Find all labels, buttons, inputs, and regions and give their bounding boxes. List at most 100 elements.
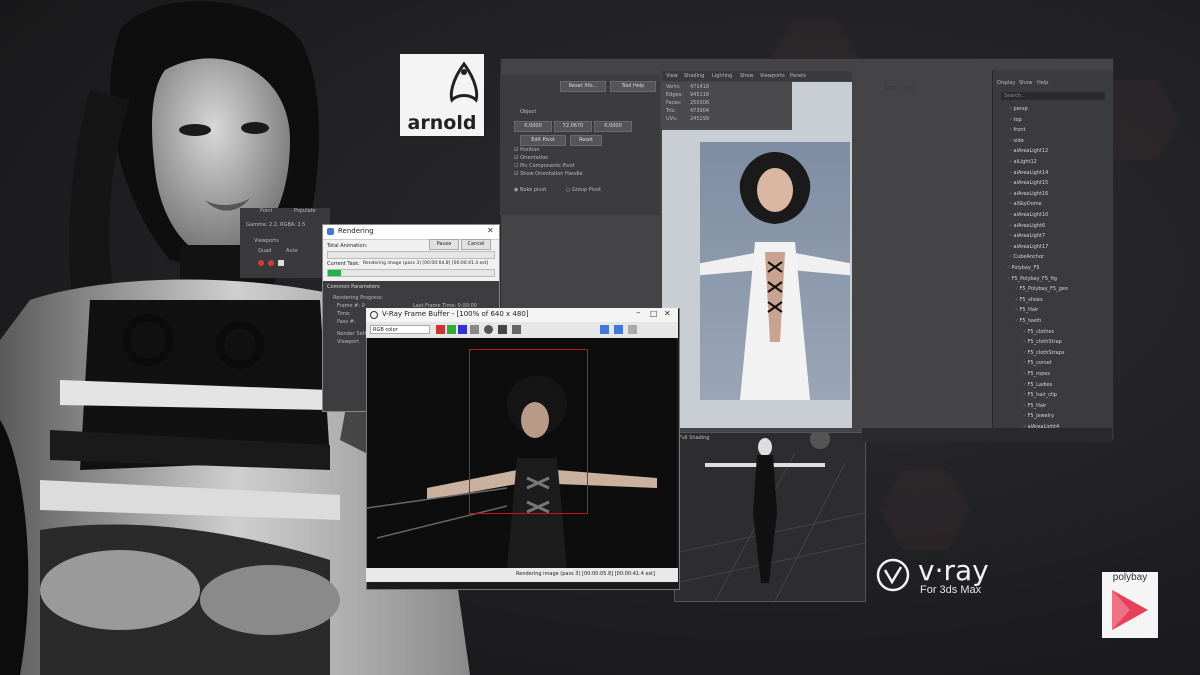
viewport-menu-bar: View Shading Lighting Show Viewports Pan…: [662, 71, 852, 81]
stats-value: 473904: [690, 108, 710, 114]
channel-select[interactable]: RGB color: [370, 325, 430, 334]
record-icon[interactable]: [258, 260, 264, 266]
pause-button[interactable]: Pause: [429, 239, 459, 250]
menu-show[interactable]: Show: [740, 73, 754, 79]
explorer-tree-item[interactable]: ◦ F5_ropes: [1023, 371, 1050, 377]
close-icon[interactable]: ✕: [487, 226, 494, 235]
total-progress-bar: [327, 251, 495, 259]
explorer-tree-item[interactable]: ◦ F5_teeth: [1015, 318, 1041, 324]
menu-viewports[interactable]: Viewports: [760, 73, 785, 79]
cancel-button[interactable]: Cancel: [461, 239, 491, 250]
explorer-tree-item[interactable]: ◦ F5_clothStraps: [1023, 350, 1064, 356]
check-label: Position: [520, 147, 540, 153]
explorer-tree-item[interactable]: ◦ front: [1009, 127, 1025, 133]
common-parameters-header[interactable]: Common Parameters: [327, 284, 380, 290]
render-icon[interactable]: [614, 325, 623, 334]
red-channel-icon[interactable]: [436, 325, 445, 334]
alpha-channel-icon[interactable]: [470, 325, 479, 334]
explorer-tree-item[interactable]: ◦ aiAreaLight14: [1009, 170, 1048, 176]
viewports-label: Viewports: [254, 238, 279, 244]
explorer-tree-item[interactable]: ◦ aiLight12: [1009, 159, 1037, 165]
explorer-tree-item[interactable]: ◦ Polybay_F5: [1007, 265, 1040, 271]
check-orientation[interactable]: ☑ Orientation: [514, 155, 548, 161]
resolution-label: 1280 × 720: [884, 86, 914, 92]
mono-icon[interactable]: [484, 325, 493, 334]
explorer-tree-item[interactable]: ◦ top: [1009, 117, 1022, 123]
record-icon[interactable]: [268, 260, 274, 266]
timeline[interactable]: [862, 428, 1112, 442]
green-channel-icon[interactable]: [447, 325, 456, 334]
stop-icon[interactable]: [278, 260, 284, 266]
left-side-panel: Point Populate Gamma: 2.2, RGBA: 2.5 Vie…: [240, 208, 330, 278]
region-render-icon[interactable]: [600, 325, 609, 334]
explorer-tree-item[interactable]: ◦ F5_Hair: [1023, 403, 1046, 409]
explorer-tree-item[interactable]: ◦ aiAreaLight10: [1009, 212, 1048, 218]
clear-icon[interactable]: [512, 325, 521, 334]
check-pin-pivot[interactable]: ☐ Pin Components Pivot: [514, 163, 575, 169]
pivot-option-bake[interactable]: ◉ Bake pivot: [514, 187, 546, 193]
explorer-tree-item[interactable]: ◦ aiAreaLight17: [1009, 244, 1048, 250]
field-y[interactable]: 72.0670: [554, 121, 592, 132]
vray-logo: v·ray For 3ds Max: [876, 554, 1006, 600]
auto-dropdown[interactable]: Auto: [286, 248, 298, 254]
vray-logo-icon: [876, 558, 910, 592]
explorer-tree-item[interactable]: ◦ F5_Polybay_F5_geo: [1015, 286, 1068, 292]
settings-icon[interactable]: [628, 325, 637, 334]
shaded-viewport[interactable]: Full Shading: [674, 432, 866, 602]
param-label: Time:: [337, 311, 351, 317]
field-z[interactable]: 0.0000: [594, 121, 632, 132]
explorer-tree-item[interactable]: ◦ F5_jewelry: [1023, 413, 1054, 419]
check-position[interactable]: ☑ Position: [514, 147, 540, 153]
close-icon[interactable]: ✕: [664, 309, 671, 318]
reset-xform-button[interactable]: Reset Xfo...: [560, 81, 606, 92]
stats-label: Verts:: [666, 84, 681, 90]
explorer-tree-item[interactable]: ◦ F5_corset: [1023, 360, 1052, 366]
field-x[interactable]: 0.0000: [514, 121, 552, 132]
explorer-tree-item[interactable]: ◦ F5_shoes: [1015, 297, 1043, 303]
reset-button[interactable]: Reset: [570, 135, 602, 146]
check-show-orientation[interactable]: ☑ Show Orientation Handle: [514, 171, 583, 177]
explorer-tree-item[interactable]: ◦ F5_Polybay_F5_fig: [1007, 276, 1057, 282]
rendering-progress-label: Rendering Progress:: [333, 295, 384, 301]
save-icon[interactable]: [498, 325, 507, 334]
menu-panels[interactable]: Panels: [790, 73, 806, 79]
explorer-tab-help[interactable]: Help: [1037, 80, 1048, 86]
explorer-tree-item[interactable]: ◦ aiSkyDome: [1009, 201, 1042, 207]
explorer-tree-item[interactable]: ◦ aiAreaLight15: [1009, 180, 1048, 186]
maximize-icon[interactable]: □: [650, 309, 658, 318]
explorer-tree-item[interactable]: ◦ persp: [1009, 106, 1028, 112]
explorer-tab-display[interactable]: Display: [997, 80, 1015, 86]
explorer-search-input[interactable]: Search...: [1001, 92, 1105, 100]
minimize-icon[interactable]: –: [636, 308, 641, 318]
explorer-tree-item[interactable]: ◦ aiAreaLight6: [1009, 223, 1045, 229]
menu-shading[interactable]: Shading: [684, 73, 704, 79]
dialog-titlebar: Rendering ✕: [323, 225, 499, 240]
vfb-titlebar: V-Ray Frame Buffer - [100% of 640 x 480]…: [366, 308, 678, 322]
stats-value: 471418: [690, 84, 710, 90]
explorer-tree-item[interactable]: ◦ aiAreaLight7: [1009, 233, 1045, 239]
explorer-tree-item[interactable]: ◦ side: [1009, 138, 1024, 144]
menu-lighting[interactable]: Lighting: [712, 73, 732, 79]
explorer-tree-item[interactable]: ◦ F5_Hair: [1015, 307, 1038, 313]
scene-explorer: Display Show Help Search... ◦ persp ◦ top…: [992, 70, 1113, 438]
stats-value: 245299: [690, 116, 710, 122]
quad-dropdown[interactable]: Quad: [258, 248, 271, 254]
edit-pivot-button[interactable]: Edit Pivot: [520, 135, 566, 146]
explorer-tree-item[interactable]: ◦ aiAreaLight16: [1009, 191, 1048, 197]
explorer-tree-item[interactable]: ◦ F5_clothStrap: [1023, 339, 1062, 345]
pivot-option-group[interactable]: ○ Group Pivot: [566, 187, 601, 193]
left-tab-populate[interactable]: Populate: [294, 208, 316, 214]
tool-help-button[interactable]: Tool Help: [610, 81, 656, 92]
explorer-tree-item[interactable]: ◦ F5_Ladies: [1023, 382, 1052, 388]
explorer-tree-item[interactable]: ◦ CubeAnchor: [1009, 254, 1044, 260]
explorer-tree-item[interactable]: ◦ aiAreaLight12: [1009, 148, 1048, 154]
polybay-logo: polybay: [1102, 572, 1158, 638]
explorer-tree-item[interactable]: ◦ F5_clothes: [1023, 329, 1054, 335]
blue-channel-icon[interactable]: [458, 325, 467, 334]
render-region-frame[interactable]: [469, 349, 588, 514]
stats-label: UVs:: [666, 116, 678, 122]
explorer-tree-item[interactable]: ◦ F5_hair_clip: [1023, 392, 1057, 398]
left-tab-point[interactable]: Point: [260, 208, 272, 214]
explorer-tab-show[interactable]: Show: [1019, 80, 1033, 86]
menu-view[interactable]: View: [666, 73, 678, 79]
